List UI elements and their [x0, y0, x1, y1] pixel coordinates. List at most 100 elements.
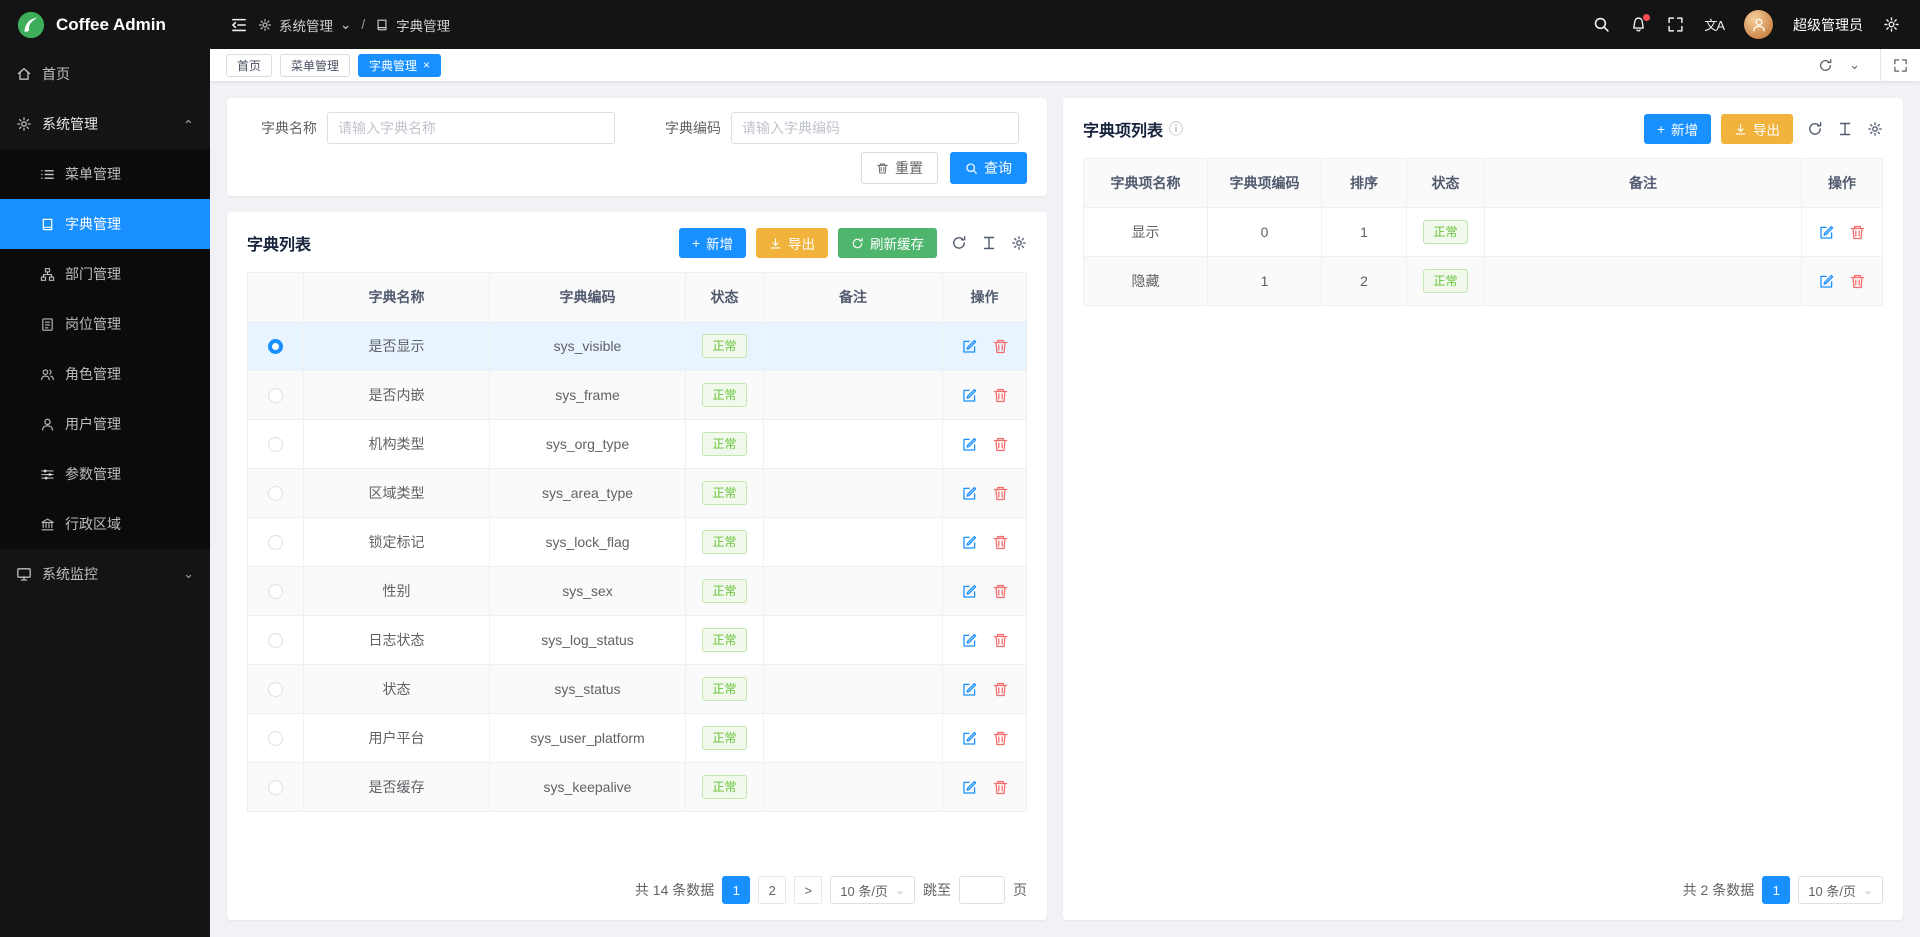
export-dict-button[interactable]: 导出: [756, 228, 828, 258]
dict-icon: [40, 217, 55, 232]
page-button-2[interactable]: 2: [758, 876, 786, 904]
refresh-cache-button[interactable]: 刷新缓存: [838, 228, 937, 258]
row-radio[interactable]: [268, 780, 283, 795]
sidebar-item-system-monitor[interactable]: 系统监控 ⌄: [0, 549, 210, 599]
column-settings-gear-icon[interactable]: [1867, 121, 1883, 137]
collapse-sidebar-icon[interactable]: [230, 16, 248, 34]
edit-icon[interactable]: [961, 583, 978, 600]
sidebar-item-param-mgmt[interactable]: 参数管理: [0, 449, 210, 499]
search-icon[interactable]: [1593, 16, 1610, 33]
edit-icon[interactable]: [961, 436, 978, 453]
edit-icon[interactable]: [961, 485, 978, 502]
delete-icon[interactable]: [992, 534, 1009, 551]
sidebar-item-role-mgmt[interactable]: 角色管理: [0, 349, 210, 399]
edit-icon[interactable]: [961, 534, 978, 551]
row-radio[interactable]: [268, 437, 283, 452]
delete-icon[interactable]: [992, 779, 1009, 796]
row-radio[interactable]: [268, 486, 283, 501]
delete-icon[interactable]: [992, 338, 1009, 355]
row-radio[interactable]: [268, 584, 283, 599]
dict-code-input[interactable]: [731, 112, 1019, 144]
table-row[interactable]: 机构类型 sys_org_type 正常: [248, 420, 1027, 469]
delete-icon[interactable]: [992, 583, 1009, 600]
table-row[interactable]: 显示 0 1 正常: [1084, 208, 1883, 257]
sidebar-item-menu-mgmt[interactable]: 菜单管理: [0, 149, 210, 199]
page-size-select[interactable]: 10 条/页 ⌄: [830, 876, 915, 904]
delete-icon[interactable]: [1849, 273, 1866, 290]
sidebar-item-dept-mgmt[interactable]: 部门管理: [0, 249, 210, 299]
user-avatar[interactable]: [1744, 10, 1773, 39]
edit-icon[interactable]: [961, 387, 978, 404]
roles-icon: [40, 367, 55, 382]
edit-icon[interactable]: [961, 681, 978, 698]
row-radio[interactable]: [268, 633, 283, 648]
add-dict-button[interactable]: + 新增: [679, 228, 746, 258]
tab-options-chevron-icon[interactable]: ⌄: [1849, 57, 1860, 73]
table-row[interactable]: 锁定标记 sys_lock_flag 正常: [248, 518, 1027, 567]
tab-home[interactable]: 首页: [226, 54, 272, 77]
next-page-button[interactable]: >: [794, 876, 822, 904]
delete-icon[interactable]: [992, 681, 1009, 698]
jump-page-input[interactable]: [959, 876, 1005, 904]
row-radio-checked[interactable]: [268, 339, 283, 354]
sidebar-item-post-mgmt[interactable]: 岗位管理: [0, 299, 210, 349]
table-row[interactable]: 性别 sys_sex 正常: [248, 567, 1027, 616]
page-button-1[interactable]: 1: [722, 876, 750, 904]
edit-icon[interactable]: [961, 730, 978, 747]
sidebar-item-home[interactable]: 首页: [0, 49, 210, 99]
delete-icon[interactable]: [992, 730, 1009, 747]
table-row[interactable]: 用户平台 sys_user_platform 正常: [248, 714, 1027, 763]
user-name[interactable]: 超级管理员: [1793, 15, 1863, 35]
expand-content-icon[interactable]: [1880, 49, 1920, 81]
tab-dict-mgmt[interactable]: 字典管理 ×: [358, 54, 441, 77]
table-row[interactable]: 日志状态 sys_log_status 正常: [248, 616, 1027, 665]
translate-icon[interactable]: 文A: [1704, 15, 1724, 34]
page-button-1[interactable]: 1: [1762, 876, 1790, 904]
row-radio[interactable]: [268, 682, 283, 697]
density-icon[interactable]: [1837, 121, 1853, 137]
sidebar-item-region-mgmt[interactable]: 行政区域: [0, 499, 210, 549]
delete-icon[interactable]: [992, 436, 1009, 453]
sidebar-item-user-mgmt[interactable]: 用户管理: [0, 399, 210, 449]
edit-icon[interactable]: [1818, 273, 1835, 290]
refresh-page-icon[interactable]: [1818, 58, 1833, 73]
post-icon: [40, 317, 55, 332]
edit-icon[interactable]: [1818, 224, 1835, 241]
table-row[interactable]: 是否缓存 sys_keepalive 正常: [248, 763, 1027, 812]
close-tab-icon[interactable]: ×: [423, 59, 430, 71]
delete-icon[interactable]: [992, 632, 1009, 649]
edit-icon[interactable]: [961, 779, 978, 796]
topbar: 系统管理 ⌄ / 字典管理 文A 超级管理员: [210, 0, 1920, 49]
reset-button[interactable]: 重置: [861, 152, 938, 184]
row-radio[interactable]: [268, 731, 283, 746]
table-row[interactable]: 是否内嵌 sys_frame 正常: [248, 371, 1027, 420]
row-radio[interactable]: [268, 535, 283, 550]
notification-bell-icon[interactable]: [1630, 16, 1647, 33]
dict-name-input[interactable]: [327, 112, 615, 144]
settings-gear-icon[interactable]: [1883, 16, 1900, 33]
column-settings-gear-icon[interactable]: [1011, 235, 1027, 251]
query-button[interactable]: 查询: [950, 152, 1027, 184]
table-row[interactable]: 隐藏 1 2 正常: [1084, 257, 1883, 306]
edit-icon[interactable]: [961, 632, 978, 649]
table-row[interactable]: 状态 sys_status 正常: [248, 665, 1027, 714]
sidebar-item-system-mgmt[interactable]: 系统管理 ⌄: [0, 99, 210, 149]
tab-menu-mgmt[interactable]: 菜单管理: [280, 54, 350, 77]
download-icon: [1734, 123, 1747, 136]
add-item-button[interactable]: + 新增: [1644, 114, 1711, 144]
table-row[interactable]: 是否显示 sys_visible 正常: [248, 322, 1027, 371]
export-item-button[interactable]: 导出: [1721, 114, 1793, 144]
page-size-select[interactable]: 10 条/页 ⌄: [1798, 876, 1883, 904]
density-icon[interactable]: [981, 235, 997, 251]
delete-icon[interactable]: [992, 485, 1009, 502]
breadcrumb-section[interactable]: 系统管理: [279, 15, 333, 35]
edit-icon[interactable]: [961, 338, 978, 355]
row-radio[interactable]: [268, 388, 283, 403]
sidebar-item-dict-mgmt[interactable]: 字典管理: [0, 199, 210, 249]
refresh-table-icon[interactable]: [1807, 121, 1823, 137]
delete-icon[interactable]: [992, 387, 1009, 404]
delete-icon[interactable]: [1849, 224, 1866, 241]
fullscreen-icon[interactable]: [1667, 16, 1684, 33]
refresh-table-icon[interactable]: [951, 235, 967, 251]
table-row[interactable]: 区域类型 sys_area_type 正常: [248, 469, 1027, 518]
